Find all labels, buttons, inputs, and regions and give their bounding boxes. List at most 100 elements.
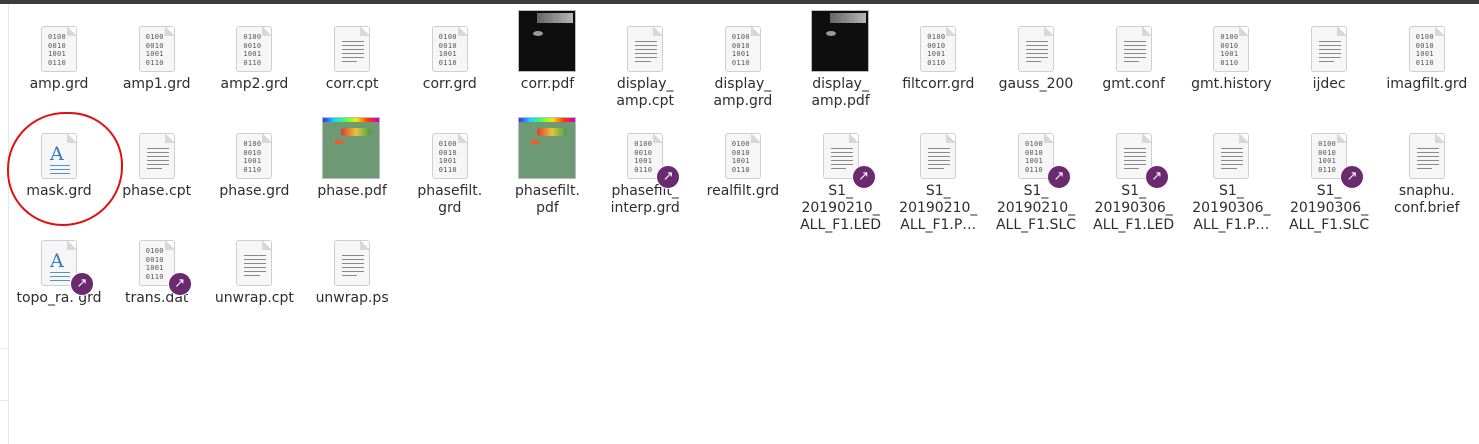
file-icon-container: ↗ bbox=[1087, 115, 1181, 189]
file-item[interactable]: 0100 0010 1001 0110 ↗ S1_ 20190306_ ALL_F1… bbox=[1282, 115, 1376, 234]
binary-glyph: 0100 0010 1001 0110 bbox=[243, 33, 262, 67]
binary-glyph: 0100 0010 1001 0110 bbox=[438, 140, 457, 174]
file-icon-container bbox=[1184, 115, 1278, 183]
window-top-edge bbox=[0, 0, 1479, 4]
binary-glyph: 0100 0010 1001 0110 bbox=[48, 33, 67, 67]
file-item[interactable]: 0100 0010 1001 0110 amp.grd bbox=[12, 8, 106, 93]
sidebar-separator bbox=[0, 348, 8, 349]
symlink-arrow-icon: ↗ bbox=[656, 165, 681, 189]
file-icon-container bbox=[305, 222, 399, 290]
file-item[interactable]: 0100 0010 1001 0110 ↗ phasefilt_ interp.gr… bbox=[598, 115, 692, 217]
file-item[interactable]: 0100 0010 1001 0110 display_ amp.grd bbox=[696, 8, 790, 110]
sidebar-divider[interactable] bbox=[8, 4, 9, 444]
text-file-icon bbox=[1213, 133, 1250, 179]
file-item[interactable]: 0100 0010 1001 0110 phase.grd bbox=[207, 115, 301, 200]
file-item[interactable]: display_ amp.cpt bbox=[598, 8, 692, 110]
symlink-arrow-icon: ↗ bbox=[1144, 165, 1169, 189]
file-name-label: phase.grd bbox=[219, 183, 290, 199]
text-file-icon bbox=[1408, 133, 1445, 179]
file-item[interactable]: 0100 0010 1001 0110 corr.grd bbox=[403, 8, 497, 93]
text-lines bbox=[146, 148, 169, 172]
file-name-label: S1_ 20190306_ ALL_F1.LED bbox=[1093, 183, 1175, 233]
file-item[interactable]: S1_ 20190210_ ALL_F1.P… bbox=[891, 115, 985, 234]
file-name-label: topo_ra. grd bbox=[16, 290, 102, 306]
file-item[interactable]: unwrap.cpt bbox=[207, 222, 301, 307]
text-file-icon bbox=[138, 133, 175, 179]
symlink-arrow-icon: ↗ bbox=[851, 165, 876, 189]
file-item[interactable]: 0100 0010 1001 0110 imagfilt.grd bbox=[1380, 8, 1474, 93]
file-item[interactable]: 0100 0010 1001 0110 ↗ trans.dat bbox=[110, 222, 204, 307]
text-lines bbox=[830, 148, 853, 172]
text-lines bbox=[928, 148, 951, 172]
text-lines bbox=[244, 255, 267, 279]
file-icon-container: 0100 0010 1001 0110 ↗ bbox=[989, 115, 1083, 189]
file-icon-container bbox=[1282, 8, 1376, 76]
binary-glyph: 0100 0010 1001 0110 bbox=[1025, 140, 1044, 174]
file-name-label: S1_ 20190210_ ALL_F1.P… bbox=[899, 183, 978, 233]
file-item[interactable]: 0100 0010 1001 0110 amp1.grd bbox=[110, 8, 204, 93]
binary-file-icon: 0100 0010 1001 0110 bbox=[1408, 26, 1445, 72]
file-item[interactable]: ijdec bbox=[1282, 8, 1376, 93]
file-icon-container: 0100 0010 1001 0110 bbox=[12, 8, 106, 76]
text-file-icon bbox=[236, 240, 273, 286]
file-icon-container: A ↗ bbox=[12, 222, 106, 296]
file-item[interactable]: phase.cpt bbox=[110, 115, 204, 200]
file-name-label: unwrap.cpt bbox=[214, 290, 294, 306]
file-icon-container bbox=[305, 8, 399, 76]
file-item[interactable]: ↗ S1_ 20190306_ ALL_F1.LED bbox=[1087, 115, 1181, 234]
file-icon-container: ↗ bbox=[794, 115, 888, 189]
file-item[interactable]: 0100 0010 1001 0110 ↗ S1_ 20190210_ ALL_F1… bbox=[989, 115, 1083, 234]
rich-text-glyph: A bbox=[50, 250, 64, 272]
file-item[interactable]: display_ amp.pdf bbox=[794, 8, 888, 110]
file-name-label: phasefilt_ interp.grd bbox=[610, 183, 680, 216]
file-item[interactable]: 0100 0010 1001 0110 gmt.history bbox=[1184, 8, 1278, 93]
file-name-label: S1_ 20190210_ ALL_F1.LED bbox=[800, 183, 882, 233]
file-item[interactable]: phase.pdf bbox=[305, 115, 399, 200]
file-item[interactable]: gauss_200 bbox=[989, 8, 1083, 93]
file-item[interactable]: corr.pdf bbox=[501, 8, 595, 93]
file-icon-container: 0100 0010 1001 0110 bbox=[207, 8, 301, 76]
file-name-label: corr.grd bbox=[422, 76, 477, 92]
file-icon-container: 0100 0010 1001 0110 bbox=[403, 8, 497, 76]
symlink-arrow-icon: ↗ bbox=[70, 272, 94, 296]
text-file-icon bbox=[334, 26, 371, 72]
file-icon-container: 0100 0010 1001 0110 ↗ bbox=[598, 115, 692, 189]
file-icon-container: 0100 0010 1001 0110 bbox=[696, 115, 790, 183]
file-item[interactable]: snaphu. conf.brief bbox=[1380, 115, 1474, 217]
file-item[interactable]: 0100 0010 1001 0110 phasefilt. grd bbox=[403, 115, 497, 217]
file-icon-container bbox=[1087, 8, 1181, 76]
file-name-label: S1_ 20190306_ ALL_F1.P… bbox=[1192, 183, 1271, 233]
binary-file-icon: 0100 0010 1001 0110 bbox=[431, 133, 468, 179]
binary-glyph: 0100 0010 1001 0110 bbox=[145, 247, 164, 281]
file-item[interactable]: phasefilt. pdf bbox=[501, 115, 595, 217]
file-item[interactable]: 0100 0010 1001 0110 realfilt.grd bbox=[696, 115, 790, 200]
file-icon-container bbox=[110, 115, 204, 183]
binary-file-icon: 0100 0010 1001 0110 bbox=[1213, 26, 1250, 72]
file-item[interactable]: S1_ 20190306_ ALL_F1.P… bbox=[1184, 115, 1278, 234]
text-lines bbox=[1026, 41, 1048, 65]
file-icon-container bbox=[1380, 115, 1474, 183]
binary-file-icon: 0100 0010 1001 0110 bbox=[236, 133, 273, 179]
text-file-icon bbox=[334, 240, 371, 286]
binary-glyph: 0100 0010 1001 0110 bbox=[1415, 33, 1434, 67]
file-icon-container: 0100 0010 1001 0110 bbox=[696, 8, 790, 76]
binary-glyph: 0100 0010 1001 0110 bbox=[1220, 33, 1239, 67]
file-item[interactable]: ↗ S1_ 20190210_ ALL_F1.LED bbox=[794, 115, 888, 234]
file-item[interactable]: gmt.conf bbox=[1087, 8, 1181, 93]
text-file-icon bbox=[1115, 26, 1152, 72]
file-item[interactable]: A ↗ topo_ra. grd bbox=[12, 222, 106, 307]
text-lines bbox=[50, 272, 70, 284]
file-name-label: amp2.grd bbox=[220, 76, 289, 92]
file-item[interactable]: 0100 0010 1001 0110 filtcorr.grd bbox=[891, 8, 985, 93]
file-item[interactable]: corr.cpt bbox=[305, 8, 399, 93]
file-name-label: phasefilt. grd bbox=[417, 183, 483, 216]
text-file-icon bbox=[920, 133, 957, 179]
text-lines bbox=[342, 255, 365, 279]
file-item[interactable]: unwrap.ps bbox=[305, 222, 399, 307]
file-name-label: display_ amp.pdf bbox=[811, 76, 870, 109]
file-item[interactable]: 0100 0010 1001 0110 amp2.grd bbox=[207, 8, 301, 93]
file-name-label: gmt.conf bbox=[1102, 76, 1165, 92]
symlink-arrow-icon: ↗ bbox=[1340, 165, 1365, 189]
file-icon-grid: 0100 0010 1001 0110 amp.grd 0100 0010 1001… bbox=[12, 8, 1476, 444]
pdf-thumbnail-icon bbox=[322, 117, 381, 179]
